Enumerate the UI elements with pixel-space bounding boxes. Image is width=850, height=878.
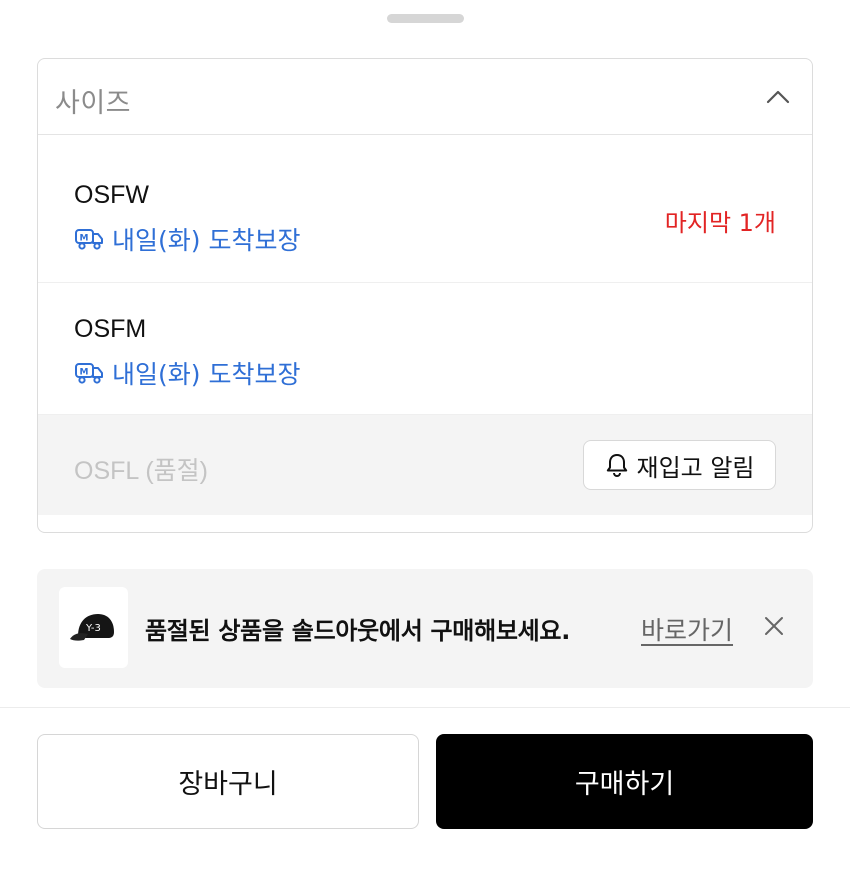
promo-message: 품절된 상품을 솔드아웃에서 구매해보세요. — [145, 617, 571, 645]
chevron-up-icon[interactable] — [764, 83, 792, 111]
bell-icon — [607, 454, 628, 477]
close-icon[interactable] — [761, 613, 787, 639]
size-option-osfl-soldout: OSFL (품절) 재입고 알림 — [38, 415, 812, 515]
size-option-name: OSFM — [74, 315, 147, 343]
delivery-text: 내일(화) 도착보장 — [112, 226, 301, 255]
restock-alert-label: 재입고 알림 — [636, 453, 755, 482]
sheet-drag-handle[interactable] — [387, 14, 464, 23]
size-select: 사이즈 OSFW M 내일(화) 도착보장 마지막 1개 OSFM M 내일(화… — [37, 58, 813, 533]
size-select-header[interactable]: 사이즈 — [38, 59, 812, 135]
footer-divider — [0, 707, 850, 708]
size-option-osfw[interactable]: OSFW M 내일(화) 도착보장 마지막 1개 — [38, 135, 812, 283]
size-option-osfm[interactable]: OSFM M 내일(화) 도착보장 — [38, 283, 812, 415]
stock-badge: 마지막 1개 — [664, 209, 776, 237]
product-thumbnail: Y-3 — [59, 587, 128, 668]
restock-alert-button[interactable]: 재입고 알림 — [583, 440, 776, 490]
promo-link[interactable]: 바로가기 — [641, 611, 733, 647]
add-to-cart-button[interactable]: 장바구니 — [37, 734, 419, 829]
svg-text:M: M — [80, 234, 89, 244]
delivery-text: 내일(화) 도착보장 — [112, 360, 301, 389]
delivery-truck-icon: M — [75, 229, 103, 250]
svg-text:Y-3: Y-3 — [85, 623, 101, 634]
size-option-name: OSFW — [74, 181, 149, 209]
delivery-guarantee: M 내일(화) 도착보장 — [74, 221, 300, 257]
delivery-truck-icon: M — [75, 363, 103, 384]
delivery-guarantee: M 내일(화) 도착보장 — [74, 355, 300, 391]
buy-now-button[interactable]: 구매하기 — [436, 734, 813, 829]
cap-icon: Y-3 — [69, 613, 114, 641]
soldout-promo-banner: Y-3 품절된 상품을 솔드아웃에서 구매해보세요. 바로가기 — [37, 569, 813, 688]
size-option-name: OSFL (품절) — [74, 457, 208, 485]
svg-text:M: M — [80, 368, 89, 378]
size-select-label: 사이즈 — [55, 88, 132, 119]
